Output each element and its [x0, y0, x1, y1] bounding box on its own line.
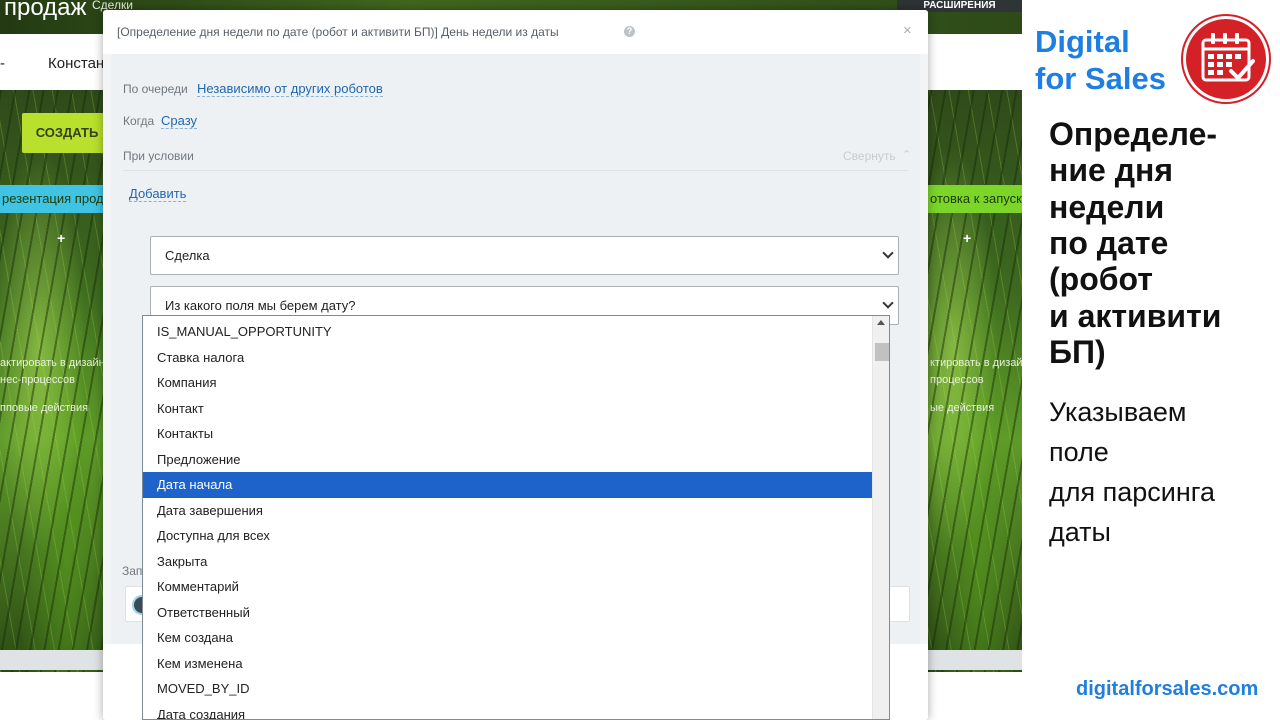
promo-subtitle-line: поле [1049, 437, 1109, 467]
app-title: продаж [4, 0, 87, 21]
dropdown-option[interactable]: Контакт [143, 396, 873, 422]
dropdown-option[interactable]: Ставка налога [143, 345, 873, 371]
entity-select[interactable]: Сделка [150, 236, 899, 275]
promo-heading-line: по дате [1049, 224, 1169, 261]
create-button[interactable]: СОЗДАТЬ [22, 113, 112, 153]
promo-heading-line: недели [1049, 188, 1165, 225]
left-text-3: пповые действия [0, 402, 89, 414]
nav-item-constants[interactable]: Констан [48, 55, 104, 72]
promo-heading-line: и активити [1049, 297, 1222, 334]
queue-value-link[interactable]: Независимо от других роботов [197, 81, 383, 97]
calendar-check-icon [1181, 14, 1271, 104]
promo-subtitle-line: для парсинга [1049, 477, 1216, 507]
brand-name-line1: Digital [1035, 24, 1130, 59]
condition-divider [123, 170, 908, 171]
condition-label: При условии [123, 149, 194, 163]
add-condition-link[interactable]: Добавить [129, 186, 187, 202]
dropdown-option[interactable]: Ответственный [143, 600, 873, 626]
chevron-down-icon [882, 297, 894, 309]
add-robot-plus-left[interactable]: + [57, 230, 65, 246]
dropdown-option[interactable]: Закрыта [143, 549, 873, 575]
close-icon[interactable]: × [903, 22, 912, 39]
stage-right[interactable]: отовка к запуску [928, 185, 1022, 213]
dropdown-option[interactable]: Контакты [143, 421, 873, 447]
right-text-3: ые действия [930, 402, 995, 414]
chevron-up-icon[interactable]: ⌃ [902, 148, 911, 161]
left-text-2: нес-процессов [0, 374, 75, 386]
scroll-up-arrow-icon[interactable] [877, 320, 885, 325]
nav-dash: - [0, 55, 5, 72]
promo-subtitle-line: Указываем [1049, 397, 1187, 427]
entity-select-value: Сделка [165, 248, 210, 263]
queue-label: По очереди [123, 82, 188, 96]
scroll-thumb[interactable] [875, 343, 889, 361]
add-robot-plus-right[interactable]: + [963, 230, 971, 246]
hidden-field-label: Зап [122, 564, 143, 578]
dropdown-option[interactable]: Комментарий [143, 574, 873, 600]
field-dropdown-list: IS_MANUAL_OPPORTUNITY Ставка налога Компан… [142, 315, 890, 720]
promo-heading-line: Определе- [1049, 116, 1218, 152]
promo-panel: Digital for Sales Определе-ние дня недели… [1022, 0, 1280, 720]
chevron-down-icon [882, 247, 894, 259]
dropdown-option[interactable]: Дата создания [143, 702, 873, 720]
screen: продаж Сделки РАСШИРЕНИЯ - Констан СОЗДА… [0, 0, 1280, 720]
brand-name-line2: for Sales [1035, 61, 1166, 96]
help-icon[interactable]: ? [624, 26, 635, 37]
dropdown-option[interactable]: Кем изменена [143, 651, 873, 677]
dropdown-scrollbar[interactable] [872, 316, 889, 719]
dropdown-option[interactable]: IS_MANUAL_OPPORTUNITY [143, 319, 873, 345]
dropdown-option[interactable]: Предложение [143, 447, 873, 473]
date-field-select-value: Из какого поля мы берем дату? [165, 298, 356, 313]
site-url[interactable]: digitalforsales.com [1076, 678, 1258, 701]
dropdown-option[interactable]: Компания [143, 370, 873, 396]
dropdown-option[interactable]: Дата начала [143, 472, 873, 498]
dropdown-option[interactable]: Доступна для всех [143, 523, 873, 549]
dialog-header: [Определение дня недели по дате (робот и… [103, 10, 928, 54]
when-value-link[interactable]: Сразу [161, 113, 198, 129]
promo-heading-line: ние дня [1049, 152, 1173, 189]
left-text-1: актировать в дизайне [0, 357, 111, 369]
when-label: Когда [123, 114, 155, 128]
right-text-1: ктировать в дизайне [930, 357, 1022, 369]
stage-left[interactable]: резентация проду [0, 185, 106, 213]
dropdown-option[interactable]: Кем создана [143, 625, 873, 651]
dialog-title: [Определение дня недели по дате (робот и… [117, 25, 559, 39]
dropdown-option[interactable]: MOVED_BY_ID [143, 676, 873, 702]
right-text-2: процессов [930, 374, 984, 386]
promo-subtitle-line: даты [1049, 517, 1111, 547]
promo-heading-line: (робот [1049, 261, 1153, 298]
promo-heading-line: БП) [1049, 333, 1106, 370]
dropdown-option[interactable]: Дата завершения [143, 498, 873, 524]
collapse-link[interactable]: Свернуть [843, 149, 896, 163]
